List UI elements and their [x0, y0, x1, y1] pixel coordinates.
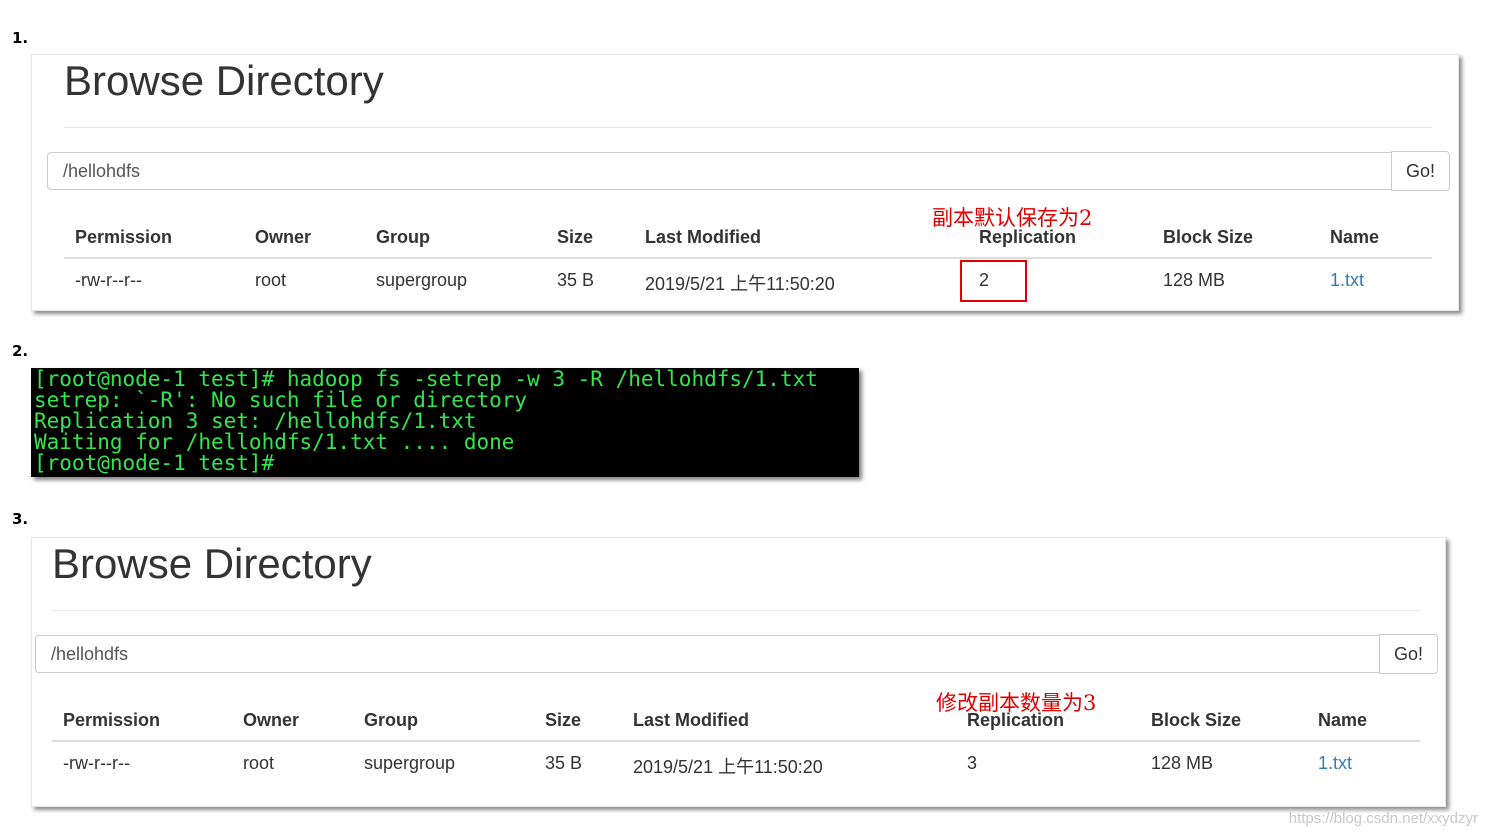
- col-header-name[interactable]: Name: [1330, 227, 1379, 248]
- cell-block-size: 128 MB: [1163, 270, 1226, 290]
- cell-block-size: 128 MB: [1151, 753, 1214, 773]
- col-header-name[interactable]: Name: [1318, 710, 1367, 731]
- col-header-permission[interactable]: Permission: [63, 710, 160, 731]
- col-header-last-modified[interactable]: Last Modified: [633, 710, 749, 731]
- file-name-link[interactable]: 1.txt: [1318, 753, 1352, 774]
- table-header-divider: [64, 257, 1432, 259]
- col-header-group[interactable]: Group: [376, 227, 430, 248]
- path-input[interactable]: [35, 635, 1380, 673]
- col-header-size[interactable]: Size: [545, 710, 581, 731]
- table-header-divider: [52, 740, 1420, 742]
- annotation-default-replication: 副本默认保存为2: [932, 206, 1093, 230]
- col-header-last-modified[interactable]: Last Modified: [645, 227, 761, 248]
- cell-group: supergroup: [364, 753, 456, 773]
- col-header-permission[interactable]: Permission: [75, 227, 172, 248]
- page-title: Browse Directory: [52, 540, 372, 587]
- cell-permission: -rw-r--r--: [75, 270, 142, 290]
- col-header-group[interactable]: Group: [364, 710, 418, 731]
- cell-permission: -rw-r--r--: [63, 753, 130, 773]
- replication-highlight-box: [960, 260, 1027, 302]
- step-label-3: 3.: [12, 510, 29, 528]
- cell-size: 35 B: [545, 753, 583, 773]
- go-button[interactable]: Go!: [1379, 634, 1438, 674]
- cell-last-modified: 2019/5/21 上午11:50:20: [633, 757, 823, 777]
- path-input[interactable]: [47, 152, 1392, 190]
- terminal-line: setrep: `-R': No such file or directory: [34, 388, 528, 412]
- browse-directory-panel-before: Browse Directory Go! Permission Owner Gr…: [31, 54, 1459, 311]
- col-header-block-size[interactable]: Block Size: [1151, 710, 1241, 731]
- cell-replication: 3: [967, 753, 978, 773]
- step-label-2: 2.: [12, 342, 29, 360]
- col-header-owner[interactable]: Owner: [255, 227, 311, 248]
- cell-group: supergroup: [376, 270, 468, 290]
- cell-size: 35 B: [557, 270, 595, 290]
- col-header-block-size[interactable]: Block Size: [1163, 227, 1253, 248]
- go-button[interactable]: Go!: [1391, 151, 1450, 191]
- terminal-line: Replication 3 set: /hellohdfs/1.txt: [34, 409, 477, 433]
- page-title: Browse Directory: [64, 57, 384, 104]
- terminal-line: Waiting for /hellohdfs/1.txt .... done: [34, 430, 515, 454]
- annotation-modified-replication: 修改副本数量为3: [936, 691, 1097, 715]
- watermark: https://blog.csdn.net/xxydzyr: [1288, 810, 1478, 827]
- step-label-1: 1.: [12, 29, 29, 47]
- cell-last-modified: 2019/5/21 上午11:50:20: [645, 274, 835, 294]
- col-header-size[interactable]: Size: [557, 227, 593, 248]
- terminal-line: [root@node-1 test]# hadoop fs -setrep -w…: [34, 367, 818, 391]
- cell-owner: root: [255, 270, 287, 290]
- title-divider: [52, 610, 1420, 611]
- browse-directory-panel-after: Browse Directory Go! Permission Owner Gr…: [31, 537, 1446, 807]
- col-header-owner[interactable]: Owner: [243, 710, 299, 731]
- title-divider: [64, 127, 1432, 128]
- terminal-prompt: [root@node-1 test]#: [34, 451, 275, 475]
- terminal-window: [root@node-1 test]# hadoop fs -setrep -w…: [31, 368, 859, 477]
- file-name-link[interactable]: 1.txt: [1330, 270, 1364, 291]
- cell-owner: root: [243, 753, 275, 773]
